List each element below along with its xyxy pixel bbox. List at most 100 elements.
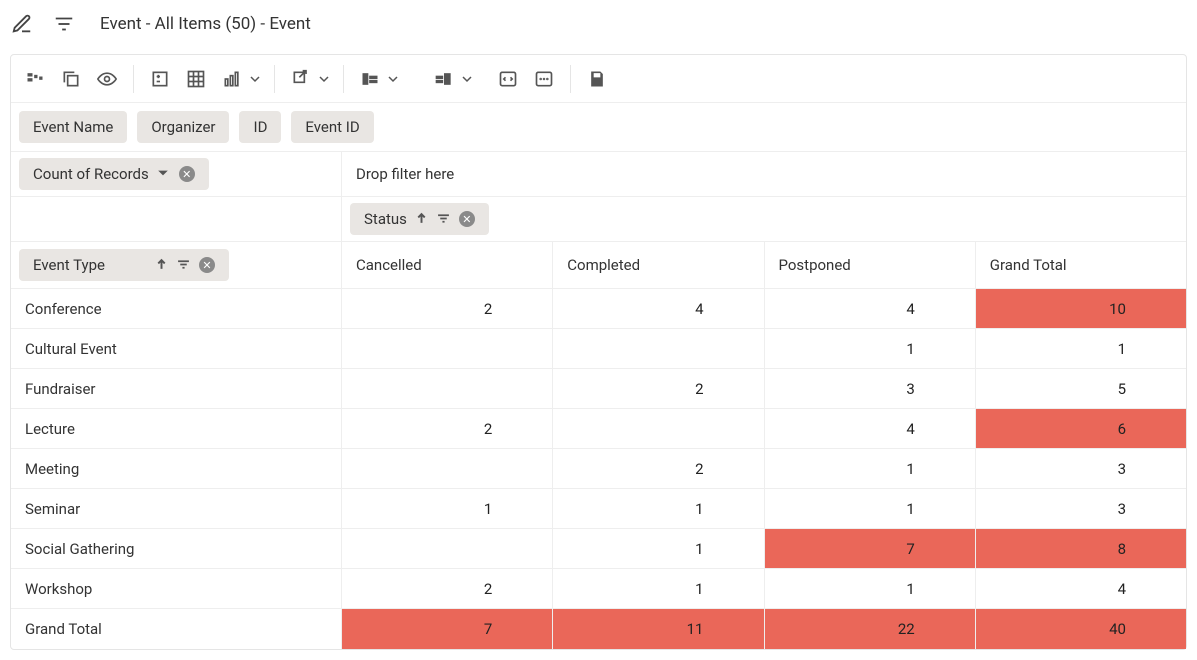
layout-toggle-icon[interactable] <box>19 63 51 95</box>
data-cell[interactable]: 1 <box>975 329 1186 368</box>
data-cell[interactable]: 1 <box>764 569 975 608</box>
field-chip[interactable]: Organizer <box>137 111 229 143</box>
save-icon[interactable] <box>581 63 613 95</box>
data-cell[interactable]: 4 <box>764 289 975 328</box>
column-field-chip[interactable]: Status ✕ <box>350 203 489 235</box>
pivot-header-row: Event Type ✕ CancelledCompletedPostponed… <box>11 242 1186 289</box>
column-header[interactable]: Completed <box>552 242 763 288</box>
toolbar <box>11 55 1186 103</box>
separator <box>133 65 134 93</box>
table-row: Cultural Event 11 <box>11 329 1186 369</box>
row-label[interactable]: Cultural Event <box>11 329 341 368</box>
filter-icon[interactable] <box>437 212 451 226</box>
data-cell[interactable] <box>552 329 763 368</box>
row-label[interactable]: Lecture <box>11 409 341 448</box>
code-window-icon[interactable] <box>528 63 560 95</box>
data-cell[interactable]: 1 <box>552 569 763 608</box>
remove-measure-icon[interactable]: ✕ <box>179 166 195 182</box>
format-icon[interactable] <box>354 63 386 95</box>
title-bar: Event - All Items (50) - Event <box>0 0 1197 48</box>
data-cell[interactable]: 4 <box>552 289 763 328</box>
field-chip[interactable]: Event ID <box>291 111 373 143</box>
data-cell[interactable] <box>341 369 552 408</box>
data-cell[interactable]: 40 <box>975 609 1186 649</box>
data-cell[interactable]: 1 <box>341 489 552 528</box>
data-cell[interactable]: 1 <box>764 449 975 488</box>
grid-icon[interactable] <box>180 63 212 95</box>
row-label[interactable]: Workshop <box>11 569 341 608</box>
format-dropdown-caret[interactable] <box>388 74 398 84</box>
data-cell[interactable]: 2 <box>552 449 763 488</box>
field-chip[interactable]: Event Name <box>19 111 127 143</box>
table-row: Lecture2 46 <box>11 409 1186 449</box>
field-chip[interactable]: ID <box>239 111 281 143</box>
data-cell[interactable] <box>341 449 552 488</box>
separator <box>570 65 571 93</box>
data-cell[interactable]: 7 <box>341 609 552 649</box>
column-header[interactable]: Postponed <box>764 242 975 288</box>
table-row: Social Gathering 178 <box>11 529 1186 569</box>
data-cell[interactable]: 22 <box>764 609 975 649</box>
data-cell[interactable]: 3 <box>975 449 1186 488</box>
data-cell[interactable] <box>341 529 552 568</box>
edit-icon[interactable] <box>10 12 34 36</box>
field-chip-row: Event Name Organizer ID Event ID <box>11 103 1186 152</box>
data-cell[interactable]: 1 <box>552 489 763 528</box>
export-dropdown-caret[interactable] <box>319 74 329 84</box>
data-cell[interactable]: 5 <box>975 369 1186 408</box>
row-label[interactable]: Conference <box>11 289 341 328</box>
data-cell[interactable]: 2 <box>341 569 552 608</box>
chart-dropdown-caret[interactable] <box>250 74 260 84</box>
table-row: Conference24410 <box>11 289 1186 329</box>
filter-lines-icon[interactable] <box>52 12 76 36</box>
row-label[interactable]: Grand Total <box>11 609 341 649</box>
column-header[interactable]: Grand Total <box>975 242 1186 288</box>
data-cell[interactable]: 2 <box>341 409 552 448</box>
data-cell[interactable]: 1 <box>764 329 975 368</box>
row-label[interactable]: Meeting <box>11 449 341 488</box>
column-header[interactable]: Cancelled <box>341 242 552 288</box>
conditional-format-dropdown-caret[interactable] <box>462 74 472 84</box>
table-row: Grand Total7112240 <box>11 609 1186 649</box>
pivot-body: Conference24410Cultural Event11Fundraise… <box>11 289 1186 649</box>
page-title: Event - All Items (50) - Event <box>100 14 311 34</box>
sort-asc-icon[interactable] <box>415 212 429 226</box>
data-cell[interactable]: 1 <box>552 529 763 568</box>
data-cell[interactable]: 4 <box>764 409 975 448</box>
row-label[interactable]: Fundraiser <box>11 369 341 408</box>
data-cell[interactable]: 8 <box>975 529 1186 568</box>
data-cell[interactable]: 7 <box>764 529 975 568</box>
filter-icon[interactable] <box>177 258 191 272</box>
column-chip-row: Status ✕ <box>11 197 1186 242</box>
table-row: Workshop2114 <box>11 569 1186 609</box>
data-cell[interactable]: 3 <box>764 369 975 408</box>
data-cell[interactable] <box>341 329 552 368</box>
export-icon[interactable] <box>285 63 317 95</box>
data-cell[interactable]: 2 <box>552 369 763 408</box>
calc-field-icon[interactable] <box>144 63 176 95</box>
data-cell[interactable]: 4 <box>975 569 1186 608</box>
code-brackets-icon[interactable] <box>492 63 524 95</box>
sort-asc-icon[interactable] <box>155 258 169 272</box>
remove-column-icon[interactable]: ✕ <box>459 211 475 227</box>
measure-chip[interactable]: Count of Records ✕ <box>19 158 209 190</box>
data-cell[interactable]: 10 <box>975 289 1186 328</box>
caret-down-icon[interactable] <box>157 167 171 181</box>
data-cell[interactable]: 11 <box>552 609 763 649</box>
data-cell[interactable]: 6 <box>975 409 1186 448</box>
data-cell[interactable]: 1 <box>764 489 975 528</box>
chart-icon[interactable] <box>216 63 248 95</box>
copy-icon[interactable] <box>55 63 87 95</box>
remove-row-icon[interactable]: ✕ <box>199 257 215 273</box>
data-cell[interactable] <box>552 409 763 448</box>
row-label[interactable]: Social Gathering <box>11 529 341 568</box>
data-cell[interactable]: 2 <box>341 289 552 328</box>
row-field-chip[interactable]: Event Type ✕ <box>19 249 229 281</box>
measure-chip-label: Count of Records <box>33 165 149 183</box>
row-label[interactable]: Seminar <box>11 489 341 528</box>
data-cell[interactable]: 3 <box>975 489 1186 528</box>
eye-icon[interactable] <box>91 63 123 95</box>
table-row: Meeting 213 <box>11 449 1186 489</box>
filter-drop-zone[interactable]: Drop filter here <box>341 152 1186 196</box>
conditional-format-icon[interactable] <box>428 63 460 95</box>
